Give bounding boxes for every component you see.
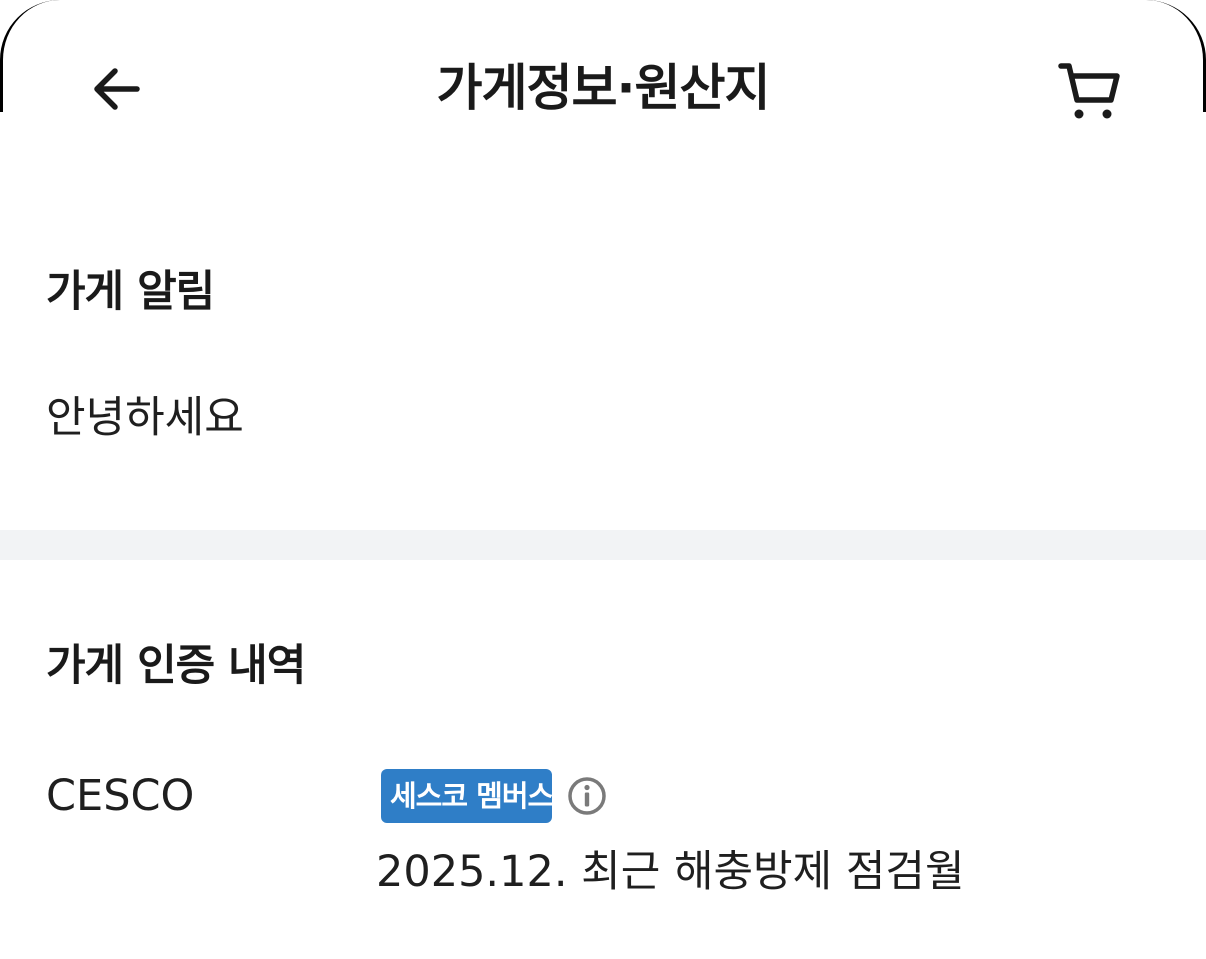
top-app-bar: 가게정보·원산지 bbox=[0, 0, 1206, 180]
notice-section-title: 가게 알림 bbox=[46, 267, 215, 317]
cart-button[interactable] bbox=[1052, 56, 1126, 124]
store-info-page: 가게정보·원산지 가게 알림 안녕하세요 가게 인증 내역 CESCO 세스코 … bbox=[0, 0, 1206, 959]
certification-badge: 세스코 멤버스 bbox=[381, 769, 554, 823]
info-button[interactable] bbox=[567, 776, 607, 816]
page-title: 가게정보·원산지 bbox=[436, 59, 771, 117]
info-icon bbox=[568, 777, 606, 815]
notice-text: 안녕하세요 bbox=[46, 393, 244, 443]
certification-section-title: 가게 인증 내역 bbox=[46, 641, 306, 691]
certification-name: CESCO bbox=[46, 771, 195, 821]
section-divider bbox=[0, 530, 1206, 560]
cart-icon bbox=[1058, 63, 1120, 119]
certification-detail: 2025.12. 최근 해충방제 점검월 bbox=[376, 847, 965, 897]
